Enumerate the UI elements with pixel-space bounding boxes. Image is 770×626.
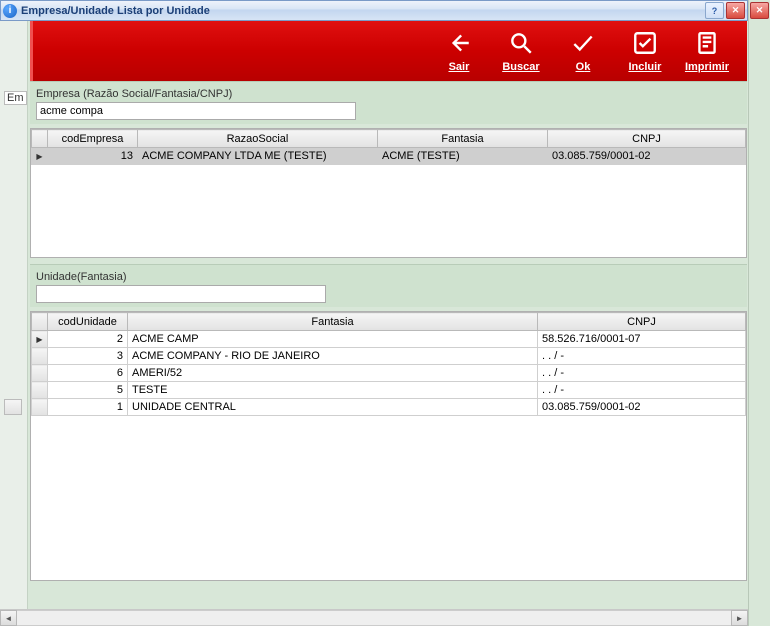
row-indicator	[32, 365, 48, 382]
cell-codunidade: 3	[48, 348, 128, 365]
check-icon	[570, 30, 596, 59]
grid2-col-codunidade[interactable]: codUnidade	[48, 313, 128, 331]
empresa-grid[interactable]: codEmpresa RazaoSocial Fantasia CNPJ 13A…	[30, 128, 747, 258]
grid1-col-fantasia[interactable]: Fantasia	[378, 130, 548, 148]
grid1-rowhead-corner	[32, 130, 48, 148]
left-tab-em[interactable]: Em	[4, 91, 27, 105]
search-icon	[508, 30, 534, 59]
table-row[interactable]: 3ACME COMPANY - RIO DE JANEIRO . . / -	[32, 348, 746, 365]
table-row[interactable]: 13ACME COMPANY LTDA ME (TESTE)ACME (TEST…	[32, 148, 746, 165]
cell-razaosocial: ACME COMPANY LTDA ME (TESTE)	[138, 148, 378, 165]
imprimir-button[interactable]: Imprimir	[685, 30, 729, 73]
cell-cnpj: 58.526.716/0001-07	[538, 331, 746, 348]
table-row[interactable]: 6AMERI/52 . . / -	[32, 365, 746, 382]
cell-fantasia: UNIDADE CENTRAL	[128, 399, 538, 416]
outer-close-button[interactable]: ✕	[750, 2, 769, 19]
imprimir-label: Imprimir	[685, 61, 729, 73]
cell-fantasia: TESTE	[128, 382, 538, 399]
print-icon	[694, 30, 720, 59]
buscar-button[interactable]: Buscar	[499, 30, 543, 73]
table-row[interactable]: 1UNIDADE CENTRAL03.085.759/0001-02	[32, 399, 746, 416]
titlebar-help-button[interactable]: ?	[705, 2, 724, 19]
info-icon: i	[3, 4, 17, 18]
ok-label: Ok	[576, 61, 591, 73]
table-row[interactable]: 5TESTE . . / -	[32, 382, 746, 399]
grid2-col-cnpj[interactable]: CNPJ	[538, 313, 746, 331]
table-row[interactable]: 2ACME CAMP58.526.716/0001-07	[32, 331, 746, 348]
window-title: Empresa/Unidade Lista por Unidade	[21, 5, 210, 17]
horizontal-scrollbar[interactable]: ◄ ►	[0, 609, 748, 626]
cell-codunidade: 6	[48, 365, 128, 382]
left-gutter: Em	[0, 21, 28, 626]
row-indicator	[32, 348, 48, 365]
titlebar-close-button[interactable]: ✕	[726, 2, 745, 19]
outer-right-strip: ✕	[748, 0, 770, 626]
scroll-right-button[interactable]: ►	[731, 610, 748, 626]
arrow-left-icon	[446, 30, 472, 59]
grid1-col-cnpj[interactable]: CNPJ	[548, 130, 746, 148]
row-indicator	[32, 399, 48, 416]
grid2-rowhead-corner	[32, 313, 48, 331]
empresa-search-label: Empresa (Razão Social/Fantasia/CNPJ)	[36, 88, 741, 100]
cell-cnpj: 03.085.759/0001-02	[538, 399, 746, 416]
scroll-left-button[interactable]: ◄	[0, 610, 17, 626]
unidade-search-label: Unidade(Fantasia)	[36, 271, 741, 283]
grid1-col-razaosocial[interactable]: RazaoSocial	[138, 130, 378, 148]
unidade-search-panel: Unidade(Fantasia)	[30, 264, 747, 307]
unidade-grid[interactable]: codUnidade Fantasia CNPJ 2ACME CAMP58.52…	[30, 311, 747, 581]
grid1-col-codempresa[interactable]: codEmpresa	[48, 130, 138, 148]
cell-codempresa: 13	[48, 148, 138, 165]
incluir-label: Incluir	[628, 61, 661, 73]
sair-button[interactable]: Sair	[437, 30, 481, 73]
empresa-search-panel: Empresa (Razão Social/Fantasia/CNPJ)	[30, 81, 747, 124]
grid2-col-fantasia[interactable]: Fantasia	[128, 313, 538, 331]
cell-fantasia: ACME CAMP	[128, 331, 538, 348]
cell-cnpj: . . / -	[538, 365, 746, 382]
cell-codunidade: 2	[48, 331, 128, 348]
ok-button[interactable]: Ok	[561, 30, 605, 73]
sair-label: Sair	[449, 61, 470, 73]
buscar-label: Buscar	[502, 61, 539, 73]
checkbox-icon	[632, 30, 658, 59]
empresa-search-input[interactable]	[36, 102, 356, 120]
left-gutter-marker	[4, 399, 22, 415]
cell-fantasia: ACME COMPANY - RIO DE JANEIRO	[128, 348, 538, 365]
titlebar: i Empresa/Unidade Lista por Unidade ? ✕	[0, 0, 748, 21]
cell-codunidade: 1	[48, 399, 128, 416]
row-indicator	[32, 148, 48, 165]
cell-cnpj: . . / -	[538, 348, 746, 365]
cell-cnpj: . . / -	[538, 382, 746, 399]
scroll-track[interactable]	[17, 610, 731, 626]
row-indicator	[32, 382, 48, 399]
cell-fantasia: ACME (TESTE)	[378, 148, 548, 165]
row-indicator	[32, 331, 48, 348]
action-toolbar: Sair Buscar Ok Incluir Imprimir	[30, 21, 747, 81]
cell-fantasia: AMERI/52	[128, 365, 538, 382]
cell-cnpj: 03.085.759/0001-02	[548, 148, 746, 165]
incluir-button[interactable]: Incluir	[623, 30, 667, 73]
unidade-search-input[interactable]	[36, 285, 326, 303]
cell-codunidade: 5	[48, 382, 128, 399]
